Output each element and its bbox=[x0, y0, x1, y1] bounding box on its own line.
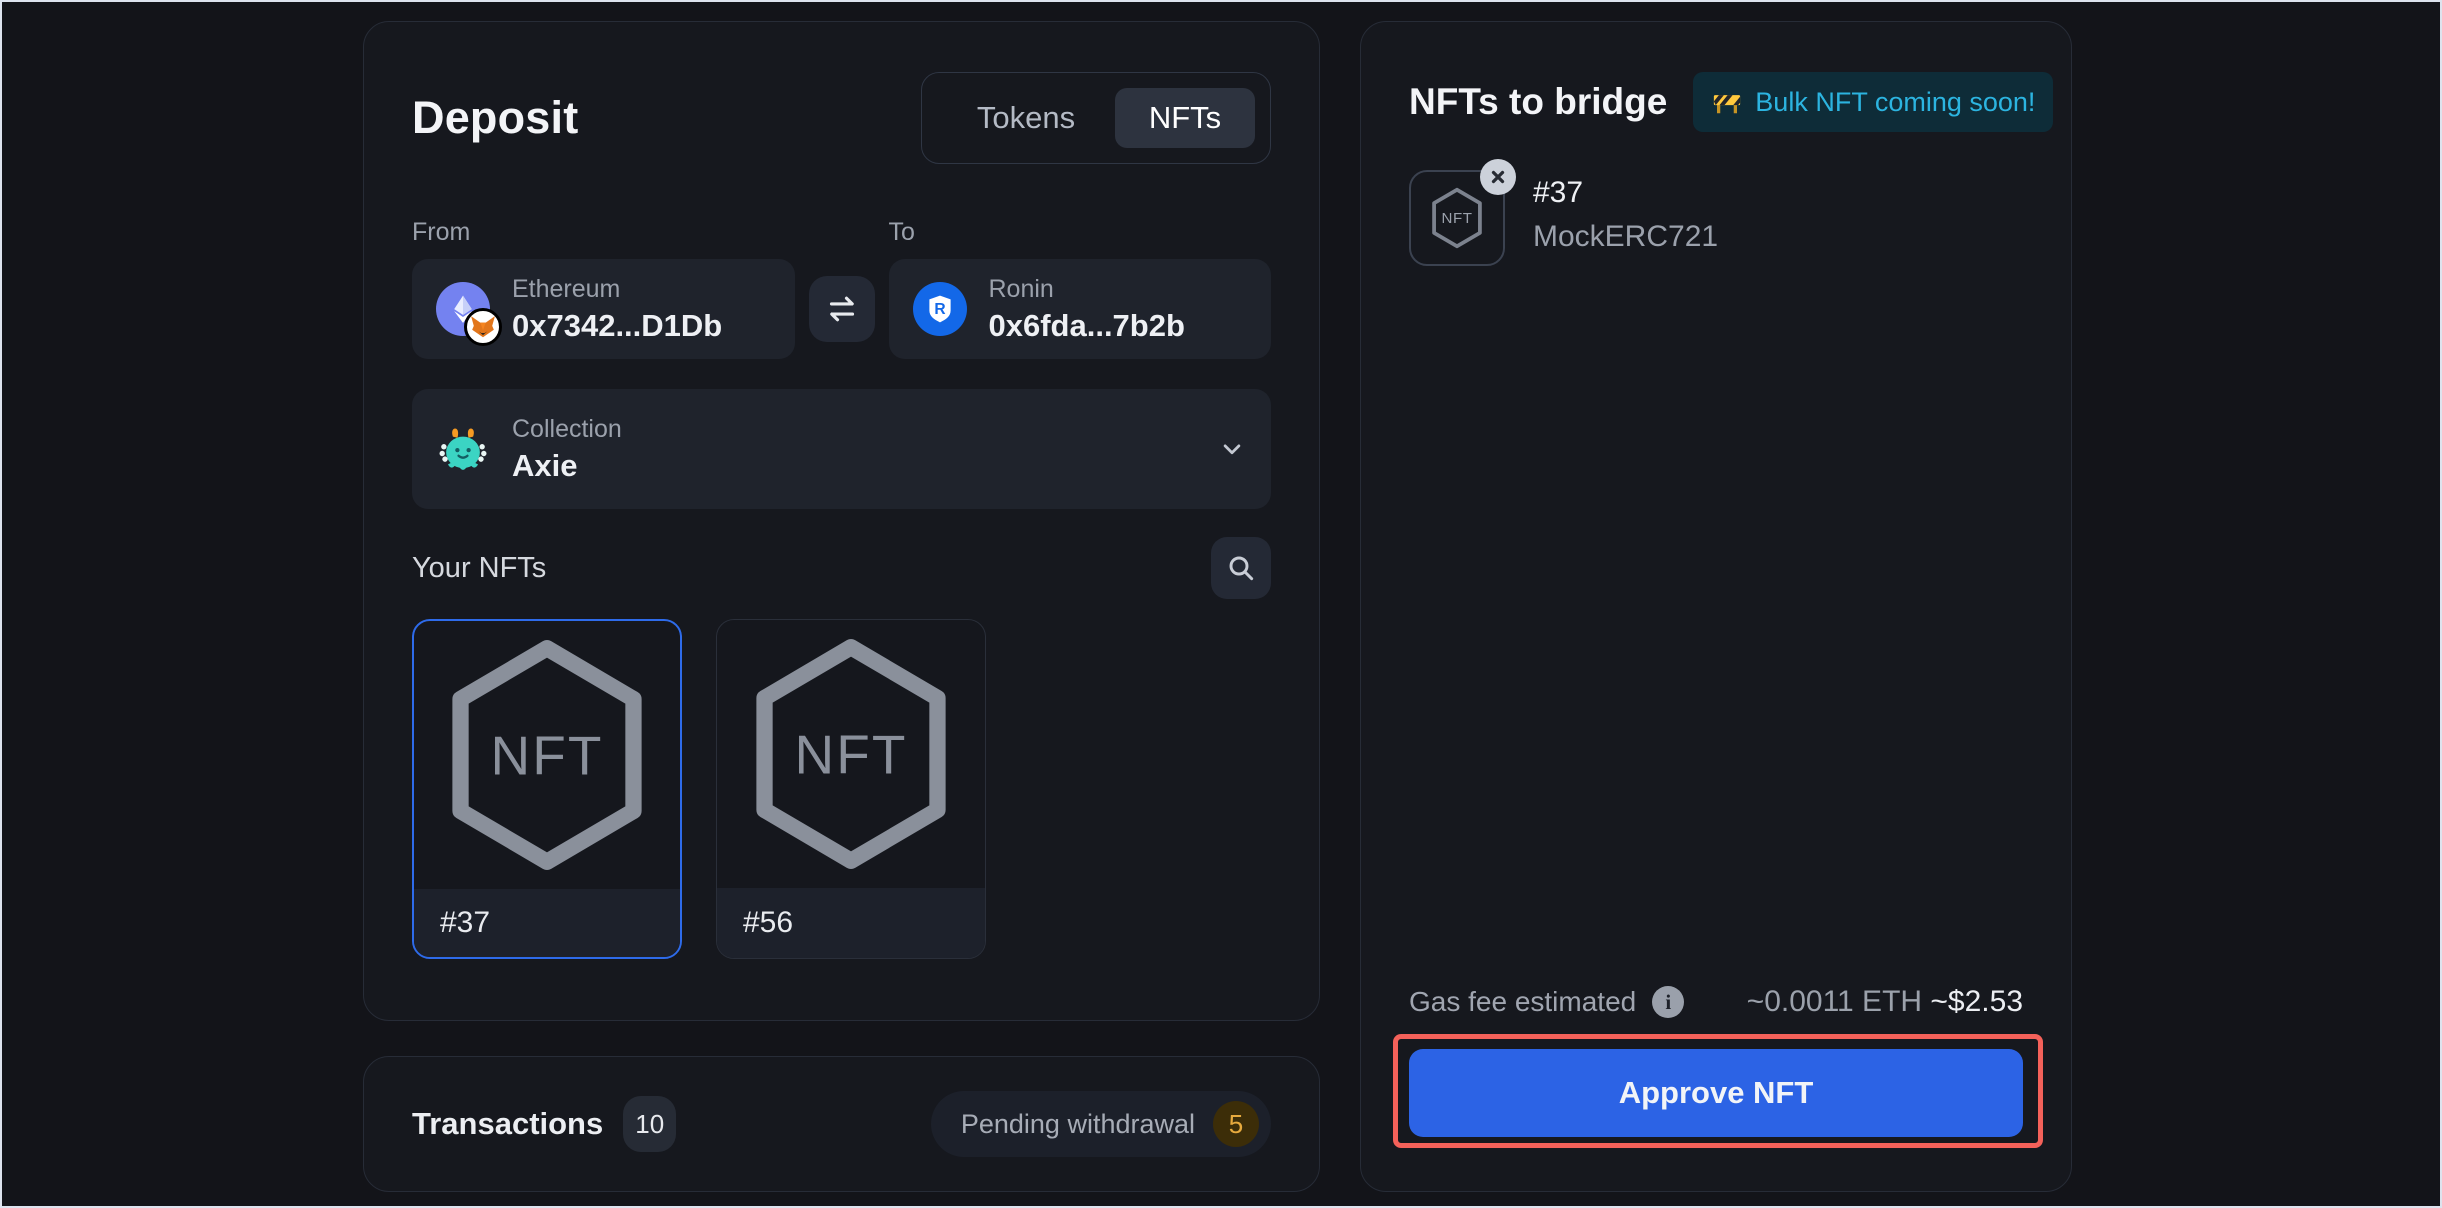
svg-text:R: R bbox=[934, 301, 945, 318]
nft-card-id: #37 bbox=[414, 889, 680, 957]
svg-text:NFT: NFT bbox=[491, 724, 604, 786]
axie-icon bbox=[436, 422, 490, 476]
nft-hexagon-icon: NFT bbox=[1430, 187, 1484, 249]
svg-text:NFT: NFT bbox=[795, 723, 908, 785]
search-button[interactable] bbox=[1211, 537, 1271, 599]
coming-soon-badge: Bulk NFT coming soon! bbox=[1693, 72, 2053, 132]
remove-nft-button[interactable] bbox=[1480, 159, 1516, 195]
bridge-item-thumbnail: NFT bbox=[1409, 170, 1505, 266]
route-row: Ethereum 0x7342...D1Db R Ro bbox=[412, 259, 1271, 359]
to-network-select[interactable]: R Ronin 0x6fda...7b2b bbox=[889, 259, 1272, 359]
gas-fee-row: Gas fee estimated i ~0.0011 ETH ~$2.53 bbox=[1409, 985, 2023, 1019]
your-nfts-toolbar: Your NFTs bbox=[412, 537, 1271, 599]
construction-icon bbox=[1711, 87, 1743, 117]
collection-label: Collection bbox=[512, 415, 622, 444]
nft-hexagon-icon: NFT bbox=[445, 638, 649, 872]
bridge-item-id: #37 bbox=[1533, 176, 1718, 210]
swap-arrows-icon bbox=[824, 291, 860, 327]
collection-select[interactable]: Collection Axie bbox=[412, 389, 1271, 509]
gas-fee-usd: ~$2.53 bbox=[1930, 985, 2023, 1018]
nft-grid: NFT #37 NFT #56 bbox=[412, 619, 1271, 959]
from-network-name: Ethereum bbox=[512, 275, 722, 304]
gas-fee-value: ~0.0011 ETH ~$2.53 bbox=[1747, 985, 2023, 1019]
ronin-icon: R bbox=[913, 282, 967, 336]
page-title: Deposit bbox=[412, 92, 578, 144]
pending-count-badge: 5 bbox=[1213, 1101, 1259, 1147]
tab-tokens[interactable]: Tokens bbox=[937, 88, 1115, 148]
to-label: To bbox=[889, 218, 1272, 247]
deposit-header: Deposit Tokens NFTs bbox=[412, 72, 1271, 164]
close-icon bbox=[1489, 168, 1507, 186]
info-icon[interactable]: i bbox=[1652, 986, 1684, 1018]
chevron-down-icon bbox=[1217, 434, 1247, 464]
bridge-header: NFTs to bridge Bulk NFT coming soon! bbox=[1409, 72, 2023, 132]
approve-nft-button[interactable]: Approve NFT bbox=[1409, 1049, 2023, 1137]
gas-fee-label: Gas fee estimated bbox=[1409, 986, 1636, 1018]
bridge-panel: NFTs to bridge Bulk NFT coming soon! NFT bbox=[1360, 21, 2072, 1192]
to-address: 0x6fda...7b2b bbox=[989, 308, 1185, 344]
transactions-count-badge: 10 bbox=[623, 1096, 676, 1152]
search-icon bbox=[1225, 552, 1257, 584]
asset-type-toggle: Tokens NFTs bbox=[921, 72, 1271, 164]
nft-card-56[interactable]: NFT #56 bbox=[716, 619, 986, 959]
bridge-item-name: MockERC721 bbox=[1533, 220, 1718, 254]
transactions-panel: Transactions 10 Pending withdrawal 5 bbox=[363, 1056, 1320, 1192]
ethereum-icon bbox=[436, 282, 490, 336]
from-network-select[interactable]: Ethereum 0x7342...D1Db bbox=[412, 259, 795, 359]
transactions-title: Transactions bbox=[412, 1106, 603, 1142]
approve-area: Approve NFT bbox=[1409, 1049, 2023, 1137]
to-network-name: Ronin bbox=[989, 275, 1185, 304]
tab-nfts[interactable]: NFTs bbox=[1115, 88, 1255, 148]
swap-direction-button[interactable] bbox=[809, 276, 875, 342]
svg-text:NFT: NFT bbox=[1442, 210, 1473, 227]
bridge-item: NFT #37 MockERC721 bbox=[1409, 170, 2023, 266]
metamask-icon bbox=[464, 308, 502, 346]
deposit-panel: Deposit Tokens NFTs From To bbox=[363, 21, 1320, 1021]
bridge-title: NFTs to bridge bbox=[1409, 81, 1667, 123]
from-label: From bbox=[412, 218, 795, 247]
coming-soon-text: Bulk NFT coming soon! bbox=[1755, 87, 2035, 118]
gas-fee-eth: ~0.0011 ETH bbox=[1747, 985, 1922, 1018]
pending-withdrawal-button[interactable]: Pending withdrawal 5 bbox=[931, 1091, 1271, 1157]
from-address: 0x7342...D1Db bbox=[512, 308, 722, 344]
route-labels: From To bbox=[412, 218, 1271, 247]
nft-card-id: #56 bbox=[717, 888, 985, 958]
nft-hexagon-icon: NFT bbox=[749, 637, 953, 871]
pending-withdrawal-label: Pending withdrawal bbox=[961, 1109, 1195, 1140]
bridge-app: Deposit Tokens NFTs From To bbox=[0, 0, 2442, 1208]
collection-value: Axie bbox=[512, 448, 622, 484]
nft-card-37[interactable]: NFT #37 bbox=[412, 619, 682, 959]
your-nfts-label: Your NFTs bbox=[412, 552, 546, 585]
